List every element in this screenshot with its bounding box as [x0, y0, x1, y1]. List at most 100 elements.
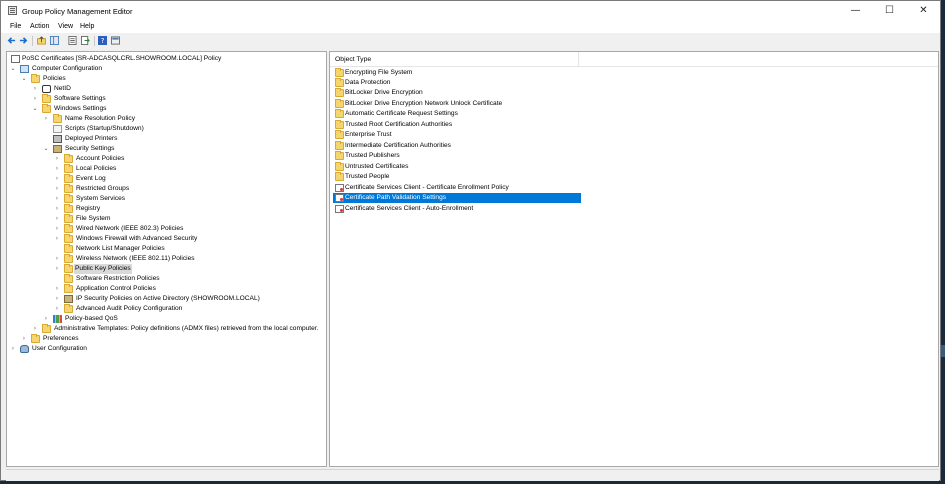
- chevron-down-icon[interactable]: ⌄: [31, 104, 39, 114]
- list-item[interactable]: Enterprise Trust: [333, 130, 581, 140]
- back-icon[interactable]: [7, 36, 16, 45]
- chevron-right-icon[interactable]: ›: [31, 324, 39, 334]
- netid-icon: [42, 85, 51, 93]
- folder-icon: [31, 74, 40, 83]
- maximize-button[interactable]: ☐: [873, 1, 906, 21]
- security-icon: [53, 145, 62, 153]
- tree-pane[interactable]: PoSC Certificates [SR-ADCASQLCRL.SHOWROO…: [6, 51, 327, 467]
- computer-icon: [20, 65, 29, 73]
- chevron-right-icon[interactable]: ›: [31, 94, 39, 104]
- chevron-right-icon[interactable]: ›: [31, 84, 39, 94]
- app-icon: [8, 6, 17, 15]
- list-item[interactable]: BitLocker Drive Encryption: [333, 88, 581, 98]
- chevron-down-icon[interactable]: ⌄: [42, 144, 50, 154]
- folder-icon: [42, 324, 51, 333]
- chevron-right-icon[interactable]: ›: [53, 224, 61, 234]
- folder-icon: [64, 244, 73, 253]
- folder-icon: [335, 141, 344, 150]
- chevron-right-icon[interactable]: ›: [53, 254, 61, 264]
- chevron-right-icon[interactable]: ›: [53, 284, 61, 294]
- folder-icon: [64, 214, 73, 223]
- folder-icon: [335, 99, 344, 108]
- folder-icon: [335, 130, 344, 139]
- folder-icon: [335, 68, 344, 77]
- list-item[interactable]: Intermediate Certification Authorities: [333, 141, 581, 151]
- certificate-icon: [335, 184, 344, 192]
- list-item[interactable]: Untrusted Certificates: [333, 162, 581, 172]
- minimize-button[interactable]: —: [839, 1, 872, 21]
- list-item-selected[interactable]: Certificate Path Validation Settings: [333, 193, 581, 203]
- list-item[interactable]: BitLocker Drive Encryption Network Unloc…: [333, 99, 581, 109]
- folder-icon: [64, 154, 73, 163]
- menu-file[interactable]: File: [10, 23, 21, 30]
- chevron-right-icon[interactable]: ›: [53, 174, 61, 184]
- folder-icon: [64, 284, 73, 293]
- chevron-right-icon[interactable]: ›: [42, 314, 50, 324]
- export-list-icon[interactable]: [81, 36, 90, 45]
- column-divider[interactable]: [578, 52, 579, 66]
- folder-icon: [335, 120, 344, 129]
- folder-icon: [53, 114, 62, 123]
- chevron-right-icon[interactable]: ›: [53, 194, 61, 204]
- list-item[interactable]: Encrypting File System: [333, 68, 581, 78]
- chevron-right-icon[interactable]: ›: [53, 294, 61, 304]
- chevron-right-icon[interactable]: ›: [42, 114, 50, 124]
- chevron-right-icon[interactable]: ›: [53, 184, 61, 194]
- chevron-right-icon[interactable]: ›: [53, 204, 61, 214]
- show-hide-tree-icon[interactable]: [50, 36, 59, 45]
- folder-icon: [42, 104, 51, 113]
- folder-icon: [335, 162, 344, 171]
- menu-action[interactable]: Action: [30, 23, 49, 30]
- menu-help[interactable]: Help: [80, 23, 94, 30]
- mmc-icon[interactable]: [111, 36, 120, 45]
- properties-icon[interactable]: [68, 36, 77, 45]
- chevron-right-icon[interactable]: ›: [53, 304, 61, 314]
- certificate-icon: [335, 194, 344, 202]
- list-item[interactable]: Trusted Root Certification Authorities: [333, 120, 581, 130]
- list-item[interactable]: Automatic Certificate Request Settings: [333, 109, 581, 119]
- list-item[interactable]: Certificate Services Client - Auto-Enrol…: [333, 204, 581, 214]
- folder-icon: [335, 88, 344, 97]
- list-column-header[interactable]: Object Type: [330, 52, 938, 67]
- folder-icon: [42, 94, 51, 103]
- folder-icon: [31, 334, 40, 343]
- folder-icon: [64, 204, 73, 213]
- menu-view[interactable]: View: [58, 23, 73, 30]
- chevron-right-icon[interactable]: ›: [53, 164, 61, 174]
- toolbar-separator: [94, 36, 95, 46]
- chevron-right-icon[interactable]: ›: [53, 214, 61, 224]
- chevron-right-icon[interactable]: ›: [53, 234, 61, 244]
- printer-icon: [53, 135, 62, 143]
- window-title: Group Policy Management Editor: [22, 7, 133, 16]
- close-button[interactable]: ✕: [907, 1, 940, 21]
- list-pane[interactable]: Object Type Encrypting File System Data …: [329, 51, 939, 467]
- chevron-down-icon[interactable]: ⌄: [20, 74, 28, 84]
- folder-icon: [64, 304, 73, 313]
- up-folder-icon[interactable]: [37, 36, 46, 45]
- status-bar: [6, 469, 939, 481]
- folder-icon: [64, 164, 73, 173]
- chevron-right-icon[interactable]: ›: [9, 344, 17, 354]
- list-item[interactable]: Trusted Publishers: [333, 151, 581, 161]
- chevron-down-icon[interactable]: ⌄: [9, 64, 17, 74]
- scroll-icon: [53, 125, 62, 133]
- menu-bar: File Action View Help: [1, 21, 940, 33]
- list-item[interactable]: Data Protection: [333, 78, 581, 88]
- folder-icon: [335, 78, 344, 87]
- chevron-right-icon[interactable]: ›: [20, 334, 28, 344]
- list-item[interactable]: Certificate Services Client - Certificat…: [333, 183, 581, 193]
- help-icon[interactable]: ?: [98, 36, 107, 45]
- user-icon: [20, 345, 29, 353]
- folder-icon: [335, 151, 344, 160]
- chevron-right-icon[interactable]: ›: [53, 154, 61, 164]
- chevron-right-icon[interactable]: ›: [53, 264, 61, 274]
- forward-icon[interactable]: [19, 36, 28, 45]
- list-item[interactable]: Trusted People: [333, 172, 581, 182]
- folder-icon: [64, 264, 73, 273]
- folder-icon: [335, 172, 344, 181]
- toolbar: ?: [1, 34, 940, 48]
- policy-icon: [11, 55, 20, 63]
- column-object-type[interactable]: Object Type: [335, 56, 371, 63]
- folder-icon: [64, 184, 73, 193]
- title-bar[interactable]: Group Policy Management Editor — ☐ ✕: [1, 1, 940, 21]
